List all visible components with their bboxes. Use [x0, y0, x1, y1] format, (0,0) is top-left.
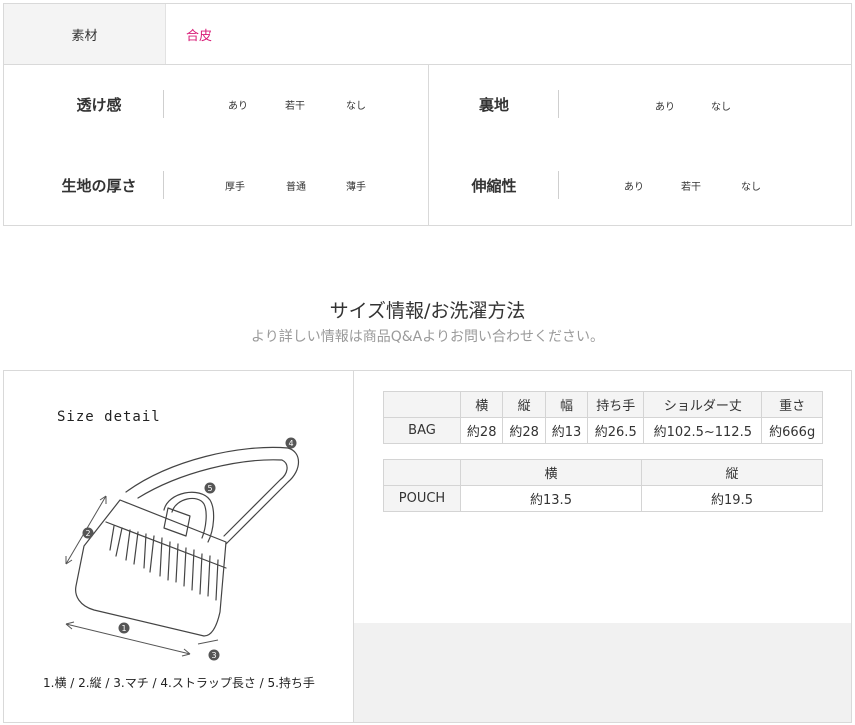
bag-value-shoulder: 約102.5~112.5	[643, 417, 763, 444]
lining-label: 裏地	[478, 96, 509, 114]
bag-header-handle: 持ち手	[587, 391, 645, 418]
bag-row-label: BAG	[383, 417, 461, 444]
bag-header-depth: 幅	[544, 391, 589, 418]
stretch-label: 伸縮性	[471, 177, 517, 195]
stretch-option-jakkan: 若干	[681, 182, 701, 193]
pouch-row-label: POUCH	[383, 485, 461, 512]
table-row: POUCH 約13.5 約19.5	[383, 485, 823, 512]
pouch-value-height: 約19.5	[641, 485, 823, 512]
marker-1-label: 1	[121, 624, 126, 633]
pouch-header-height: 縦	[641, 459, 823, 486]
properties-divider	[428, 64, 429, 225]
lining-separator	[558, 90, 559, 118]
pouch-table-corner	[383, 459, 461, 486]
pouch-size-table: 横 縦 POUCH 約13.5 約19.5	[383, 459, 823, 512]
thickness-separator	[163, 171, 164, 199]
marker-4-label: 4	[288, 439, 293, 448]
bag-value-height: 約28	[502, 417, 546, 444]
bag-table-header-row: 横 縦 幅 持ち手 ショルダー丈 重さ	[383, 391, 823, 418]
size-detail-title: Size detail	[57, 409, 161, 425]
stretch-option-ari: あり	[624, 182, 644, 193]
size-detail-caption: 1.横 / 2.縦 / 3.マチ / 4.ストラップ長さ / 5.持ち手	[43, 676, 315, 690]
material-row: 素材 合皮	[3, 3, 852, 65]
pouch-header-width: 横	[460, 459, 642, 486]
marker-5-label: 5	[207, 484, 212, 493]
transparency-label: 透け感	[76, 96, 122, 114]
bag-header-weight: 重さ	[761, 391, 823, 418]
bag-value-handle: 約26.5	[587, 417, 645, 444]
transparency-separator	[163, 90, 164, 118]
pouch-table-header-row: 横 縦	[383, 459, 823, 486]
table-row: BAG 約28 約28 約13 約26.5 約102.5~112.5 約666g	[383, 417, 823, 444]
bag-header-width: 横	[459, 391, 504, 418]
bag-value-weight: 約666g	[761, 417, 823, 444]
bag-table-corner	[383, 391, 461, 418]
thickness-option-atsude: 厚手	[225, 182, 245, 193]
washing-info-area	[354, 623, 851, 722]
bag-size-diagram: 1 2 3 4 5	[65, 437, 300, 661]
marker-2-label: 2	[85, 529, 90, 538]
bag-header-shoulder: ショルダー丈	[643, 391, 763, 418]
section-subtitle: より詳しい情報は商品Q&Aよりお問い合わせください。	[251, 329, 604, 345]
stretch-separator	[558, 171, 559, 199]
transparency-option-jakkan: 若干	[285, 101, 305, 112]
material-value: 合皮	[186, 28, 213, 44]
pouch-value-width: 約13.5	[460, 485, 642, 512]
bag-size-table: 横 縦 幅 持ち手 ショルダー丈 重さ BAG 約28 約28 約13 約26.…	[383, 391, 823, 444]
thickness-option-usude: 薄手	[346, 182, 366, 193]
section-title: サイズ情報/お洗濯方法	[329, 300, 526, 322]
material-label: 素材	[4, 4, 166, 64]
transparency-option-nashi: なし	[346, 101, 366, 112]
bag-header-height: 縦	[502, 391, 546, 418]
dimension-arrow-depth	[197, 639, 219, 645]
transparency-option-ari: あり	[228, 101, 248, 112]
stretch-option-nashi: なし	[741, 182, 761, 193]
bag-value-depth: 約13	[544, 417, 589, 444]
lining-option-ari: あり	[655, 102, 675, 113]
bag-value-width: 約28	[459, 417, 504, 444]
properties-grid: 透け感 あり 若干 なし 裏地 あり なし 生地の厚さ 厚手 普通 薄手 伸縮性…	[3, 64, 852, 226]
thickness-label: 生地の厚さ	[61, 177, 137, 195]
thickness-option-futsu: 普通	[286, 182, 306, 193]
lining-option-nashi: なし	[711, 102, 731, 113]
marker-3-label: 3	[211, 651, 216, 660]
